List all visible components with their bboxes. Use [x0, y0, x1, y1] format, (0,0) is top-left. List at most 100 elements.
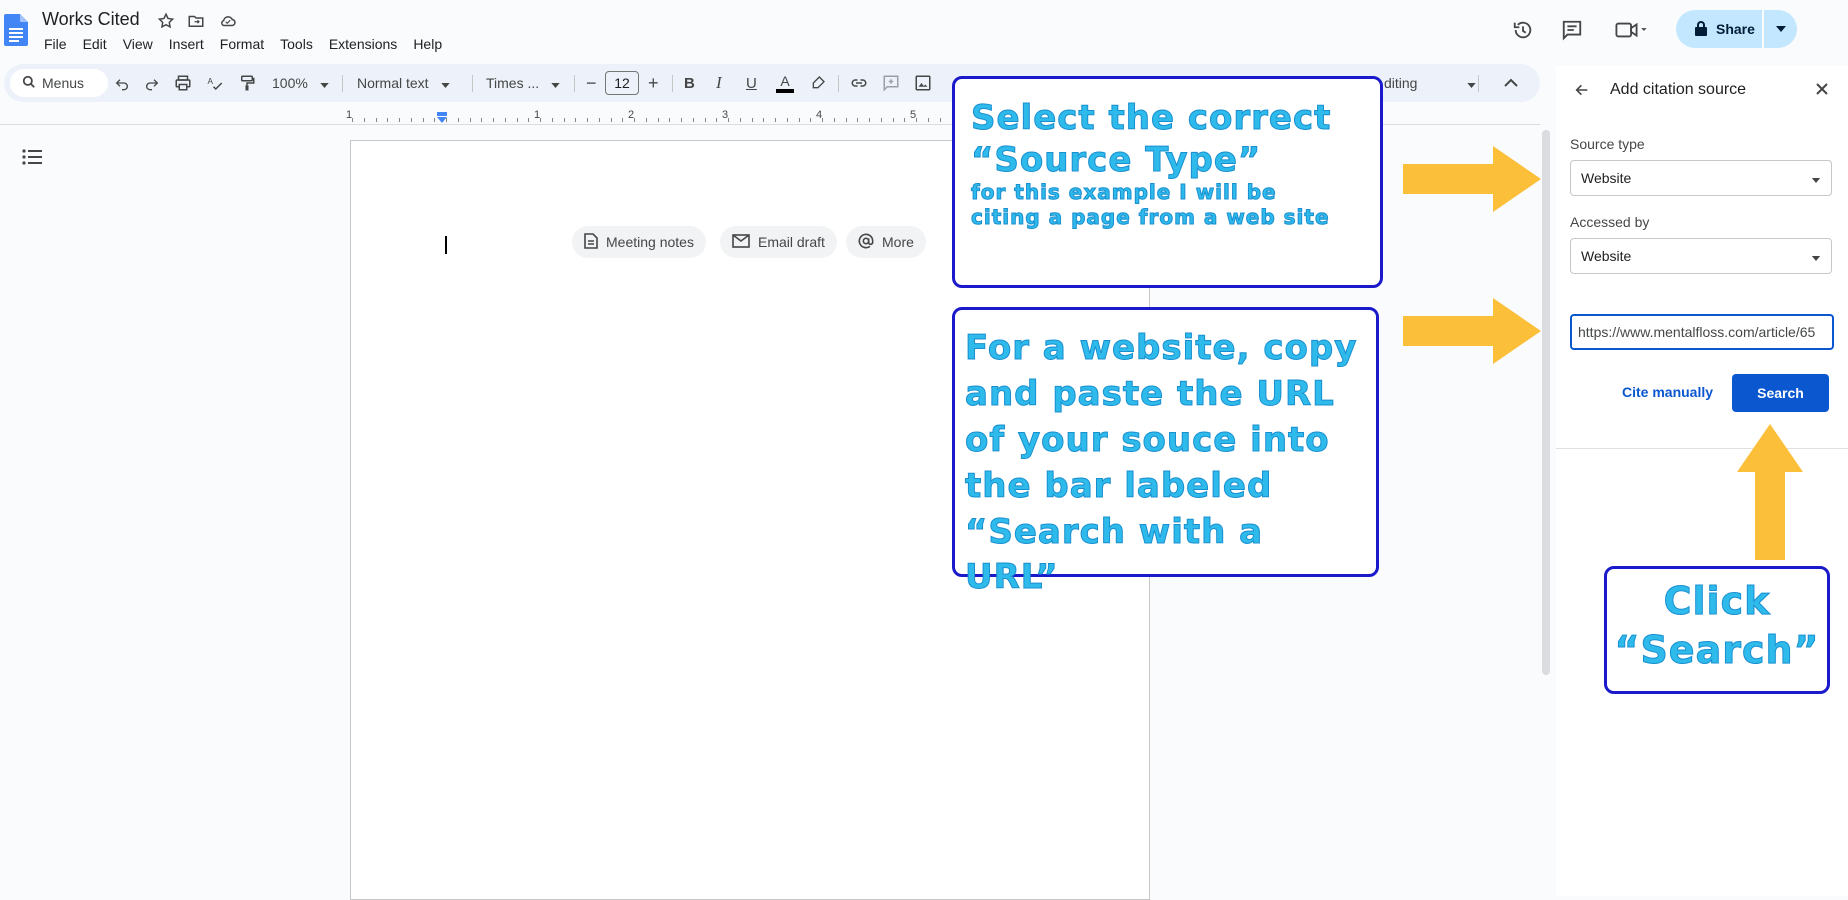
svg-text:A: A — [208, 77, 214, 86]
editing-mode-label: diting — [1384, 75, 1418, 91]
style-value: Normal text — [357, 75, 429, 91]
ruler-tick — [598, 118, 600, 122]
annotation-click-search: Click “Search” — [1604, 566, 1830, 694]
search-menus-label: Menus — [42, 75, 85, 91]
italic-icon[interactable]: I — [716, 64, 722, 102]
menu-file[interactable]: File — [36, 35, 75, 53]
annotation-text: Click — [1663, 578, 1771, 623]
star-icon[interactable] — [156, 11, 176, 31]
panel-divider — [1556, 448, 1848, 449]
toolbar-divider — [838, 75, 839, 92]
ruler-tick — [469, 118, 471, 122]
paint-format-icon[interactable] — [238, 64, 256, 102]
editing-mode-select[interactable]: diting — [1384, 64, 1477, 102]
menu-insert[interactable]: Insert — [161, 35, 212, 53]
document-title[interactable]: Works Cited — [42, 9, 140, 30]
share-dropdown-icon[interactable] — [1764, 26, 1797, 32]
menu-tools[interactable]: Tools — [272, 35, 321, 53]
toolbar-divider — [1478, 75, 1479, 92]
increase-font-size-icon[interactable]: + — [648, 64, 659, 102]
docs-logo[interactable] — [4, 14, 28, 46]
accessed-by-select[interactable]: Website — [1570, 238, 1832, 274]
bold-icon[interactable]: B — [684, 64, 695, 102]
font-select[interactable]: Times ... — [486, 64, 560, 102]
ruler-tick — [422, 118, 424, 122]
annotation-text: Select the correct — [971, 98, 1332, 138]
comments-icon[interactable] — [1558, 16, 1586, 44]
source-type-label: Source type — [1570, 136, 1645, 152]
ruler-tick — [904, 118, 906, 122]
close-icon[interactable] — [1815, 82, 1829, 101]
document-outline-icon[interactable] — [22, 148, 44, 166]
share-button[interactable]: Share — [1676, 10, 1797, 48]
paragraph-style-select[interactable]: Normal text — [357, 64, 450, 102]
source-type-select[interactable]: Website — [1570, 160, 1832, 196]
more-chip[interactable]: More — [846, 226, 926, 258]
annotation-source-type: Select the correct “Source Type” for thi… — [952, 76, 1383, 288]
chevron-down-icon — [1811, 170, 1821, 186]
source-type-value: Website — [1581, 170, 1632, 186]
email-icon — [732, 233, 750, 251]
zoom-select[interactable]: 100% — [272, 64, 329, 102]
email-draft-chip[interactable]: Email draft — [720, 226, 837, 258]
redo-icon[interactable] — [144, 64, 160, 102]
menu-view[interactable]: View — [115, 35, 161, 53]
insert-image-icon[interactable] — [914, 64, 932, 102]
ruler-tick — [610, 118, 612, 122]
ruler-tick — [916, 118, 917, 122]
insert-link-icon[interactable] — [850, 64, 868, 102]
ruler-tick — [786, 118, 788, 122]
decrease-font-size-icon[interactable]: − — [586, 64, 597, 102]
spellcheck-icon[interactable]: A — [206, 64, 224, 102]
menu-format[interactable]: Format — [212, 35, 272, 53]
search-icon — [22, 75, 36, 92]
ruler-tick — [634, 118, 635, 122]
undo-icon[interactable] — [114, 64, 130, 102]
add-comment-icon[interactable] — [882, 64, 900, 102]
search-menus-input[interactable]: Menus — [10, 69, 108, 97]
at-icon — [858, 233, 874, 252]
menu-edit[interactable]: Edit — [75, 35, 115, 53]
menu-extensions[interactable]: Extensions — [321, 35, 405, 53]
ruler-tick — [481, 118, 483, 122]
share-label: Share — [1716, 21, 1755, 37]
menu-bar: File Edit View Insert Format Tools Exten… — [36, 35, 450, 53]
annotation-text: for this example I will be — [971, 180, 1277, 205]
highlight-icon[interactable] — [810, 64, 826, 102]
meeting-notes-chip[interactable]: Meeting notes — [572, 226, 706, 258]
ruler-tick — [716, 118, 718, 122]
cite-manually-link[interactable]: Cite manually — [1622, 384, 1713, 400]
url-search-input[interactable] — [1570, 314, 1834, 350]
chip-label: Email draft — [758, 234, 825, 250]
back-arrow-icon[interactable] — [1574, 82, 1590, 103]
cloud-saved-icon[interactable] — [218, 11, 238, 31]
toolbar-divider — [672, 75, 673, 92]
vertical-scrollbar[interactable] — [1542, 130, 1550, 675]
ruler-tick — [528, 118, 530, 122]
move-folder-icon[interactable] — [186, 11, 206, 31]
font-size-field[interactable]: 12 — [605, 64, 639, 102]
ruler-tick — [493, 118, 494, 122]
ruler-tick — [880, 118, 882, 122]
ruler-tick — [892, 118, 894, 122]
ruler-tick — [845, 118, 847, 122]
text-cursor — [445, 236, 447, 254]
annotation-text: “Source Type” — [971, 139, 1262, 180]
ruler-tick — [457, 118, 459, 122]
print-icon[interactable] — [174, 64, 192, 102]
text-color-icon[interactable]: A — [776, 64, 794, 102]
ruler-tick — [857, 118, 859, 122]
ruler-tick — [669, 118, 671, 122]
annotation-paste-url: For a website, copy and paste the URL of… — [952, 307, 1379, 598]
underline-icon[interactable]: U — [746, 64, 757, 102]
indent-marker-icon[interactable] — [436, 111, 448, 129]
doc-icon — [584, 232, 598, 252]
hide-menus-icon[interactable] — [1504, 64, 1518, 102]
version-history-icon[interactable] — [1509, 16, 1537, 44]
search-button[interactable]: Search — [1732, 374, 1829, 412]
menu-help[interactable]: Help — [405, 35, 450, 53]
toolbar-divider — [342, 75, 343, 92]
ruler-tick — [645, 118, 647, 122]
meet-icon[interactable] — [1612, 16, 1652, 44]
ruler-tick — [751, 118, 753, 122]
